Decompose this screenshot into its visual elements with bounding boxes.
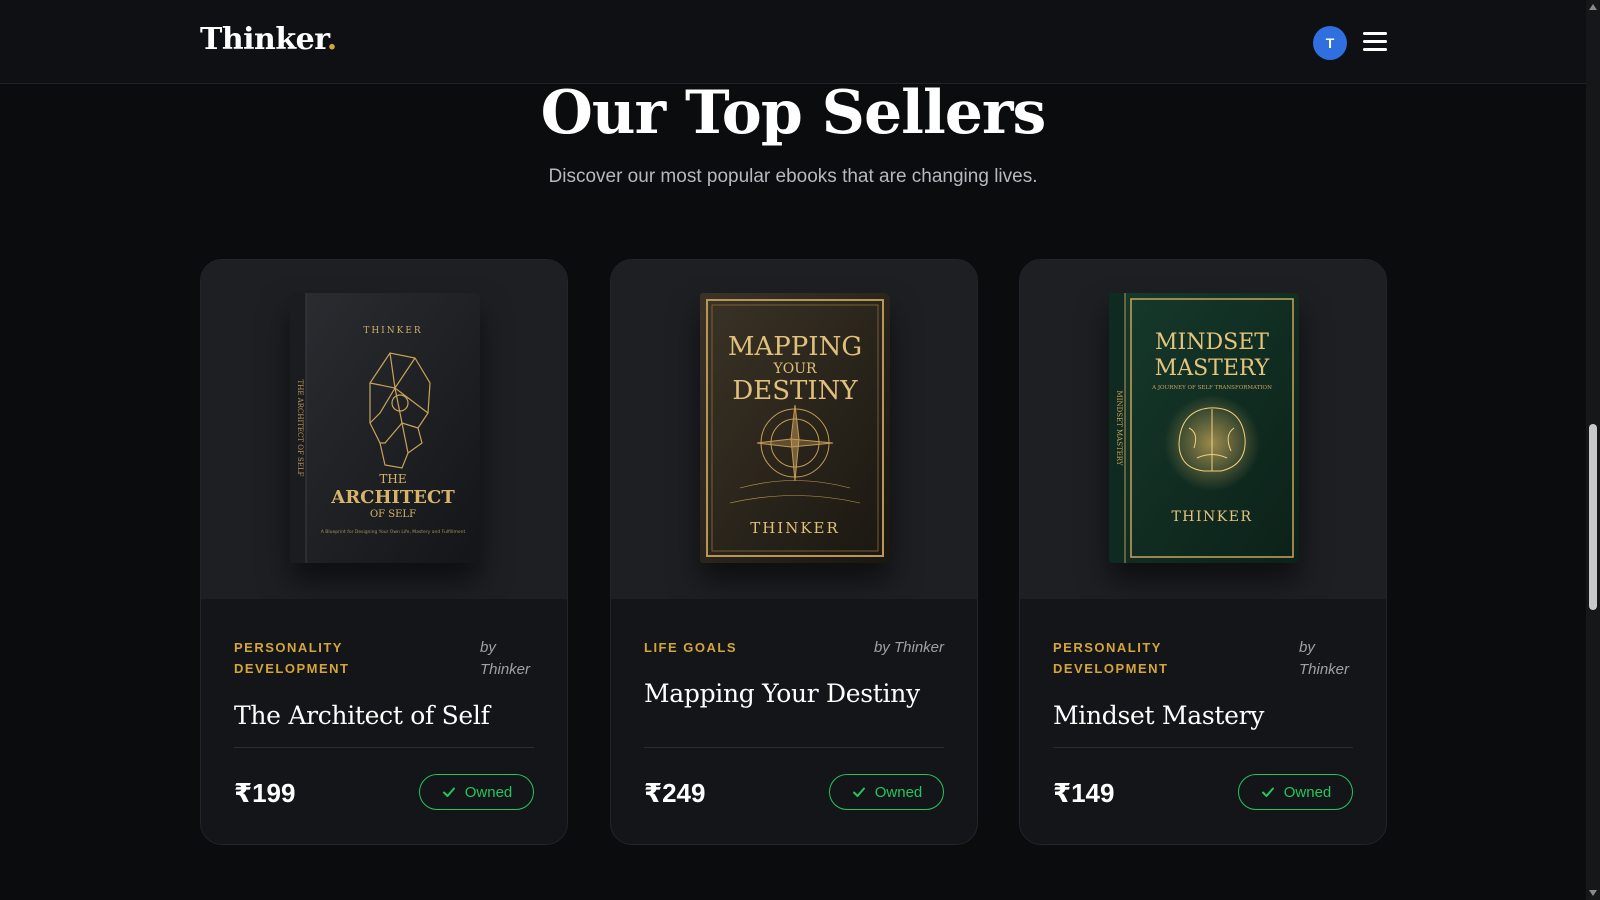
book-cover-area: MINDSET MASTERY MINDSET MASTERY A JOURNE… <box>1020 260 1386 599</box>
svg-text:MINDSET MASTERY: MINDSET MASTERY <box>1115 391 1123 466</box>
book-card[interactable]: MINDSET MASTERY MINDSET MASTERY A JOURNE… <box>1019 259 1387 845</box>
logo-text: Thinker <box>200 22 327 57</box>
card-divider <box>234 747 534 748</box>
page: Thinker. T Our Top Sellers Discover our … <box>0 0 1600 900</box>
book-category: PERSONALITY DEVELOPMENT <box>234 640 350 676</box>
logo-dot: . <box>326 22 337 57</box>
scrollbar-thumb[interactable] <box>1589 424 1597 610</box>
svg-text:YOUR: YOUR <box>772 361 817 377</box>
svg-text:THINKER: THINKER <box>1171 509 1252 525</box>
svg-text:OF SELF: OF SELF <box>370 509 416 520</box>
svg-text:ARCHITECT: ARCHITECT <box>330 487 455 508</box>
scroll-down-arrow-icon[interactable] <box>1589 890 1597 896</box>
card-divider <box>1053 747 1353 748</box>
owned-label: Owned <box>874 783 923 801</box>
book-author: by Thinker <box>1299 639 1350 678</box>
book-author: by Thinker <box>480 639 531 678</box>
card-divider <box>644 747 944 748</box>
book-price: ₹199 <box>234 778 296 808</box>
book-author: by Thinker <box>873 639 944 656</box>
svg-text:MAPPING: MAPPING <box>728 332 862 362</box>
book-card[interactable]: THE ARCHITECT OF SELF THINKER THE ARCHIT… <box>200 259 568 845</box>
checkmark-icon <box>442 787 455 797</box>
svg-text:THINKER: THINKER <box>363 326 422 336</box>
user-avatar[interactable]: T <box>1313 26 1347 60</box>
svg-text:A JOURNEY OF SELF TRANSFORMATI: A JOURNEY OF SELF TRANSFORMATION <box>1151 385 1272 391</box>
book-cover-area: MAPPING YOUR DESTINY THINKER <box>611 260 977 599</box>
section-title: Our Top Sellers <box>540 78 1047 148</box>
hamburger-menu-icon[interactable] <box>1363 30 1387 54</box>
book-cover-image: THE ARCHITECT OF SELF THINKER THE ARCHIT… <box>290 293 480 563</box>
svg-text:DESTINY: DESTINY <box>732 376 858 406</box>
book-title[interactable]: Mindset Mastery <box>1053 701 1264 730</box>
svg-text:THE ARCHITECT OF SELF: THE ARCHITECT OF SELF <box>296 380 304 477</box>
svg-text:THE: THE <box>379 472 406 486</box>
book-category: LIFE GOALS <box>644 640 737 655</box>
book-category: PERSONALITY DEVELOPMENT <box>1053 640 1169 676</box>
checkmark-icon <box>1261 787 1274 797</box>
book-title[interactable]: Mapping Your Destiny <box>644 679 920 708</box>
svg-text:A Blueprint for Designing Your: A Blueprint for Designing Your Own Life,… <box>321 529 466 535</box>
owned-label: Owned <box>464 783 513 801</box>
checkmark-icon <box>852 787 865 797</box>
book-price: ₹249 <box>644 778 706 808</box>
svg-text:MINDSET: MINDSET <box>1155 330 1269 355</box>
book-cover-image: MINDSET MASTERY MINDSET MASTERY A JOURNE… <box>1109 293 1299 563</box>
book-price: ₹149 <box>1053 778 1115 808</box>
owned-label: Owned <box>1283 783 1332 801</box>
book-cover-image: MAPPING YOUR DESTINY THINKER <box>700 293 890 563</box>
page-scrollbar[interactable] <box>1586 0 1600 900</box>
book-cover-area: THE ARCHITECT OF SELF THINKER THE ARCHIT… <box>201 260 567 599</box>
owned-button[interactable]: Owned <box>419 774 534 810</box>
owned-button[interactable]: Owned <box>829 774 944 810</box>
top-navbar: Thinker. T <box>0 0 1586 84</box>
book-title[interactable]: The Architect of Self <box>234 701 490 730</box>
svg-text:MASTERY: MASTERY <box>1155 356 1270 381</box>
scroll-up-arrow-icon[interactable] <box>1589 4 1597 10</box>
owned-button[interactable]: Owned <box>1238 774 1353 810</box>
brand-logo[interactable]: Thinker. <box>200 22 337 57</box>
section-subtitle: Discover our most popular ebooks that ar… <box>548 166 1038 187</box>
svg-text:THINKER: THINKER <box>750 519 840 537</box>
book-card[interactable]: MAPPING YOUR DESTINY THINKER LIFE GOALS <box>610 259 978 845</box>
